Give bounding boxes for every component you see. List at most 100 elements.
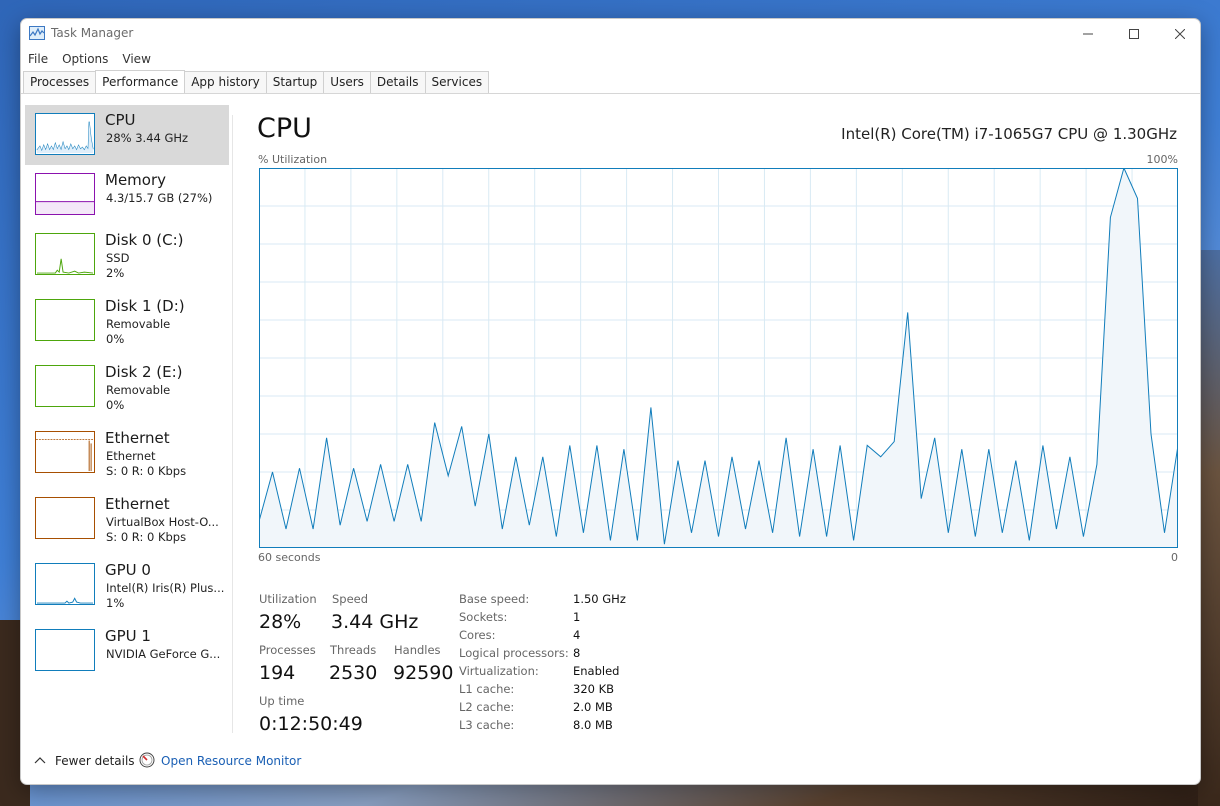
sidebar-item-disk-0[interactable]: Disk 0 (C:) SSD 2% (25, 225, 229, 285)
uptime-value: 0:12:50:49 (259, 713, 363, 735)
sidebar-item-disk-1[interactable]: Disk 1 (D:) Removable 0% (25, 291, 229, 351)
maximize-button[interactable] (1111, 19, 1157, 49)
disk1-mini-graph (35, 299, 95, 341)
spec-label: Cores: (459, 628, 496, 642)
spec-label: Virtualization: (459, 664, 539, 678)
disk2-mini-graph (35, 365, 95, 407)
tab-performance[interactable]: Performance (95, 70, 186, 93)
tab-strip: Processes Performance App history Startu… (23, 70, 490, 93)
sidebar-item-value: 1% (106, 596, 125, 610)
sidebar-item-name: Ethernet (105, 495, 170, 513)
resource-monitor-icon (139, 752, 155, 768)
window-title: Task Manager (51, 26, 134, 40)
spec-label: L1 cache: (459, 682, 515, 696)
ethernet1-mini-graph (35, 431, 95, 473)
tab-app-history[interactable]: App history (184, 71, 267, 93)
sidebar-item-name: Memory (105, 171, 167, 189)
title-bar[interactable]: Task Manager (21, 19, 1200, 49)
sidebar-item-gpu-1[interactable]: GPU 1 NVIDIA GeForce G... (25, 621, 229, 681)
spec-value: 8 (573, 646, 581, 660)
memory-mini-graph (35, 173, 95, 215)
cpu-model-name: Intel(R) Core(TM) i7-1065G7 CPU @ 1.30GH… (841, 125, 1177, 143)
tab-users[interactable]: Users (323, 71, 371, 93)
speed-label: Speed (332, 592, 369, 606)
sidebar-item-detail: 4.3/15.7 GB (27%) (106, 191, 213, 205)
minimize-icon (1083, 33, 1093, 35)
sidebar-item-name: GPU 0 (105, 561, 151, 579)
sidebar-item-cpu[interactable]: CPU 28% 3.44 GHz (25, 105, 229, 165)
cpu-mini-graph (35, 113, 95, 155)
chevron-up-icon[interactable] (33, 755, 47, 765)
threads-label: Threads (330, 643, 377, 657)
time-window-label: 60 seconds (258, 551, 321, 564)
task-manager-icon (29, 26, 45, 40)
spec-value: 1.50 GHz (573, 592, 626, 606)
sidebar-item-ethernet-2[interactable]: Ethernet VirtualBox Host-O... S: 0 R: 0 … (25, 489, 229, 549)
spec-label: Logical processors: (459, 646, 569, 660)
footer-bar: Fewer details Open Resource Monitor (21, 749, 1200, 775)
axis-min-label: 0 (1171, 551, 1178, 564)
spec-value: 2.0 MB (573, 700, 613, 714)
sidebar-item-detail: VirtualBox Host-O... (106, 515, 219, 529)
task-manager-window: Task Manager File Options View Processes… (20, 18, 1201, 785)
fewer-details-button[interactable]: Fewer details (55, 754, 135, 768)
spec-value: 1 (573, 610, 581, 624)
sidebar-item-ethernet-1[interactable]: Ethernet Ethernet S: 0 R: 0 Kbps (25, 423, 229, 483)
spec-label: L2 cache: (459, 700, 515, 714)
sidebar-item-name: CPU (105, 111, 136, 129)
close-button[interactable] (1157, 19, 1200, 49)
menu-view[interactable]: View (115, 49, 157, 71)
sidebar-item-value: S: 0 R: 0 Kbps (106, 530, 187, 544)
handles-label: Handles (394, 643, 441, 657)
cpu-utilization-graph (259, 168, 1178, 548)
speed-value: 3.44 GHz (331, 611, 419, 633)
threads-value: 2530 (329, 662, 378, 684)
sidebar-item-value: S: 0 R: 0 Kbps (106, 464, 187, 478)
sidebar-item-disk-2[interactable]: Disk 2 (E:) Removable 0% (25, 357, 229, 417)
sidebar-item-detail: Ethernet (106, 449, 156, 463)
sidebar-item-detail: NVIDIA GeForce G... (106, 647, 221, 661)
sidebar-item-detail: Removable (106, 317, 171, 331)
gpu0-mini-graph (35, 563, 95, 605)
open-resource-monitor-link[interactable]: Open Resource Monitor (161, 754, 301, 768)
sidebar-item-gpu-0[interactable]: GPU 0 Intel(R) Iris(R) Plus... 1% (25, 555, 229, 615)
menu-options[interactable]: Options (55, 49, 115, 71)
sidebar-item-name: Ethernet (105, 429, 170, 447)
sidebar-item-memory[interactable]: Memory 4.3/15.7 GB (27%) (25, 165, 229, 225)
sidebar-item-detail: 28% 3.44 GHz (106, 131, 189, 145)
utilization-value: 28% (259, 611, 302, 633)
tab-processes[interactable]: Processes (23, 71, 97, 93)
sidebar-item-detail: SSD (106, 251, 130, 265)
processes-value: 194 (259, 662, 296, 684)
tab-divider (21, 93, 1200, 94)
minimize-button[interactable] (1065, 19, 1111, 49)
wallpaper-fragment (1198, 250, 1220, 806)
resource-sidebar: CPU 28% 3.44 GHz Memory 4.3/15.7 GB (27%… (25, 105, 229, 691)
sidebar-item-value: 2% (106, 266, 125, 280)
maximize-icon (1129, 29, 1139, 39)
menu-bar: File Options View (21, 49, 158, 71)
spec-value: 8.0 MB (573, 718, 613, 732)
ethernet2-mini-graph (35, 497, 95, 539)
sidebar-item-name: Disk 1 (D:) (105, 297, 185, 315)
sidebar-item-name: GPU 1 (105, 627, 151, 645)
menu-file[interactable]: File (21, 49, 55, 71)
sidebar-item-value: 0% (106, 398, 125, 412)
sidebar-divider (232, 115, 233, 733)
sidebar-item-value: 0% (106, 332, 125, 346)
spec-value: Enabled (573, 664, 620, 678)
spec-value: 4 (573, 628, 581, 642)
tab-services[interactable]: Services (424, 71, 490, 93)
axis-max-label: 100% (1146, 153, 1178, 166)
cpu-detail-panel: CPU Intel(R) Core(TM) i7-1065G7 CPU @ 1.… (257, 105, 1181, 735)
page-title: CPU (257, 113, 312, 144)
utilization-label: Utilization (259, 592, 317, 606)
utilization-axis-label: % Utilization (258, 153, 328, 166)
spec-label: Base speed: (459, 592, 530, 606)
sidebar-item-detail: Intel(R) Iris(R) Plus... (106, 581, 225, 595)
disk0-mini-graph (35, 233, 95, 275)
tab-details[interactable]: Details (369, 71, 426, 93)
processes-label: Processes (259, 643, 316, 657)
sidebar-item-detail: Removable (106, 383, 171, 397)
tab-startup[interactable]: Startup (265, 71, 325, 93)
